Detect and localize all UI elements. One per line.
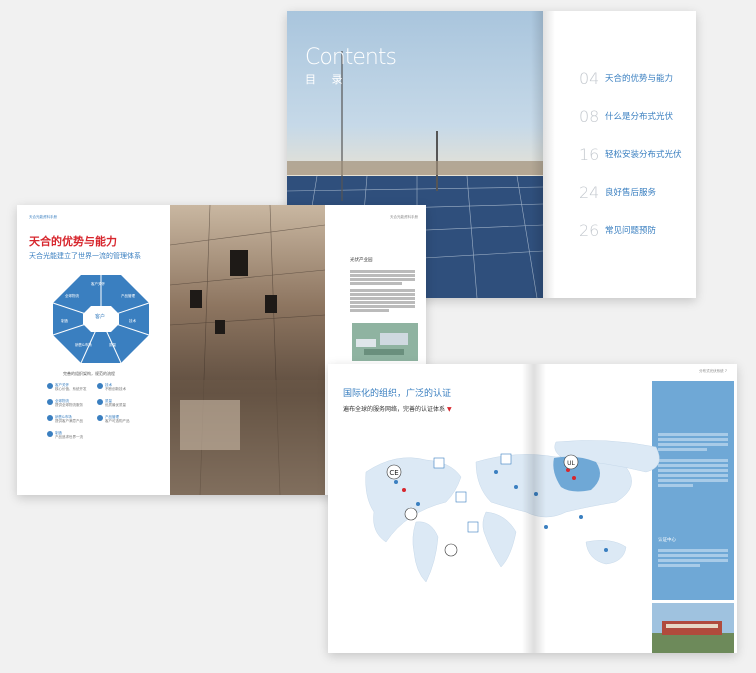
- toc-item: 16 轻松安装分布式光伏: [579, 135, 690, 173]
- legend-icon: [97, 383, 103, 389]
- legend-desc: 产品追求世界一流: [55, 435, 83, 439]
- subtitle-text: 遍布全球的服务网络，完善的认证体系: [343, 406, 446, 413]
- legend-item: 技术 不断创新技术: [97, 383, 126, 391]
- octagon-label: 质量: [109, 343, 116, 347]
- legend-desc: 不断创新技术: [105, 387, 126, 391]
- toc-item: 04 天合的优势与能力: [579, 59, 690, 97]
- industrial-park-image: [352, 323, 418, 361]
- contents-title: Contents: [305, 45, 397, 70]
- legend-icon: [97, 415, 103, 421]
- toc-item: 26 常见问题预防: [579, 211, 690, 249]
- legend-icon: [97, 399, 103, 405]
- legend-item: 全球物流 提供全球物流服务: [47, 399, 83, 407]
- legend-item: 制造 产品追求世界一流: [47, 431, 83, 439]
- toc-item: 08 什么是分布式光伏: [579, 97, 690, 135]
- legend-item: 质量 优质最优质量: [97, 399, 126, 407]
- atrium-illustration: [170, 205, 325, 495]
- page-header: 天合光能资料手册: [29, 215, 57, 219]
- legend-desc: 优质最优质量: [105, 403, 126, 407]
- world-map: CE UL: [365, 440, 660, 583]
- tuv-badge-icon: [455, 491, 467, 503]
- octagon-label: 产品管理: [121, 294, 135, 298]
- header-text: 分布式光伏系统: [699, 369, 724, 373]
- legend-icon: [47, 431, 53, 437]
- table-of-contents: 04 天合的优势与能力 08 什么是分布式光伏 16 轻松安装分布式光伏 24 良好售后…: [579, 59, 690, 249]
- legend-desc: 核心价值、系统开发: [55, 387, 87, 391]
- park-title: 光伏产业园: [350, 258, 373, 263]
- octagon-label: 制造: [61, 319, 68, 323]
- octagon-label: 销售&市场: [75, 343, 92, 347]
- toc-page-number: 26: [579, 220, 600, 240]
- ul-badge-label: UL: [567, 460, 575, 467]
- legend-icon: [47, 415, 53, 421]
- section-subtitle: 遍布全球的服务网络，完善的认证体系 ▼: [343, 404, 452, 413]
- legend-desc: 提供全球物流服务: [55, 403, 83, 407]
- legend-icon: [47, 383, 53, 389]
- ul-badge-icon: [404, 507, 418, 521]
- toc-label: 天合的优势与能力: [605, 74, 674, 84]
- toc-page-number: 16: [579, 144, 600, 164]
- toc-label: 良好售后服务: [605, 188, 657, 198]
- section-title: 天合的优势与能力: [29, 235, 117, 248]
- legend-item: 客户关怀 核心价值、系统开发: [47, 383, 87, 391]
- ul-badge-icon: [444, 543, 458, 557]
- toc-label: 常见问题预防: [605, 226, 657, 236]
- toc-label: 什么是分布式光伏: [605, 112, 674, 122]
- section-subtitle: 天合光能建立了世界一流的管理体系: [29, 252, 141, 260]
- certification-spread: 国际化的组织，广泛的认证 遍布全球的服务网络，完善的认证体系 ▼ 分布式光伏系统…: [328, 364, 737, 653]
- toc-page-number: 24: [579, 182, 600, 202]
- toc-page: 04 天合的优势与能力 08 什么是分布式光伏 16 轻松安装分布式光伏 24 良好售后…: [543, 11, 696, 298]
- page-header: 分布式光伏系统 7: [699, 369, 727, 374]
- legend-icon: [47, 399, 53, 405]
- toc-page-number: 04: [579, 68, 600, 88]
- tuv-badge-icon: [467, 521, 479, 533]
- page-number: 7: [724, 369, 727, 373]
- building-photo: [652, 603, 734, 653]
- atrium-photo: [170, 205, 325, 495]
- octagon-label: 客户关怀: [91, 282, 105, 286]
- section-title: 国际化的组织，广泛的认证: [343, 389, 452, 399]
- toc-label: 轻松安装分布式光伏: [605, 150, 682, 160]
- toc-page-number: 08: [579, 106, 600, 126]
- legend-desc: 客户可选购产品: [105, 419, 130, 423]
- diagram-caption: 完善的组织架构，规范的流程: [63, 371, 115, 376]
- legend-item: 销售&市场 提供客户满意产品: [47, 415, 83, 423]
- triangle-down-icon: ▼: [446, 406, 452, 413]
- tuv-badge-icon: [433, 457, 445, 469]
- tuv-badge-icon: [500, 453, 512, 465]
- octagon-label: 全球物流: [65, 294, 79, 298]
- ce-badge-label: CE: [389, 469, 398, 477]
- advantages-page: 天合光能资料手册 天合的优势与能力 天合光能建立了世界一流的管理体系 客户 客户…: [17, 205, 170, 495]
- legend-item: 产品管理 客户可选购产品: [97, 415, 130, 423]
- page-header: 天合光能资料手册: [390, 215, 418, 219]
- legend-desc: 提供客户满意产品: [55, 419, 83, 423]
- contents-subtitle: 目 录: [305, 73, 349, 86]
- body-text-block: [350, 269, 415, 313]
- octagon-label: 技术: [129, 319, 136, 323]
- octagon-center-label: 客户: [95, 314, 106, 320]
- toc-item: 24 良好售后服务: [579, 173, 690, 211]
